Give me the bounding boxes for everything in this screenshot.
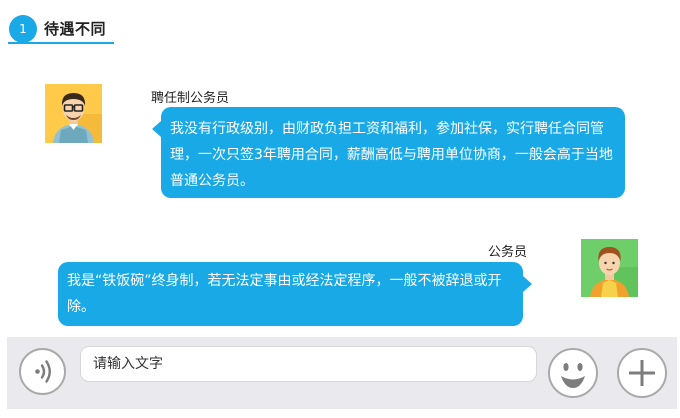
message-input[interactable] xyxy=(80,346,537,382)
man-avatar-icon xyxy=(581,239,638,297)
man-with-glasses-avatar-icon xyxy=(45,84,102,143)
section-title: 待遇不同 xyxy=(44,20,107,38)
voice-icon xyxy=(35,360,51,383)
emoji-button[interactable] xyxy=(548,348,598,398)
header-underline xyxy=(8,42,114,44)
sender-name: 公务员 xyxy=(488,245,528,260)
add-button[interactable] xyxy=(617,348,667,398)
sender-name: 聘任制公务员 xyxy=(151,91,230,106)
plus-icon xyxy=(629,360,655,386)
avatar-contract-civil-servant xyxy=(45,84,102,143)
message-bubble: 我是“铁饭碗”终身制，若无法定事由或经法定程序，一般不被辞退或开除。 xyxy=(58,262,532,326)
emoji-icon xyxy=(561,363,585,388)
voice-button[interactable] xyxy=(19,348,66,395)
message-bubble: 我没有行政级别，由财政负担工资和福利，参加社保，实行聘任合同管理，一次只签3年聘… xyxy=(152,107,625,198)
avatar-civil-servant xyxy=(581,239,638,297)
section-header: 1 待遇不同 xyxy=(8,12,114,45)
section-number-badge: 1 xyxy=(9,15,37,43)
chat-input-bar xyxy=(7,337,677,409)
